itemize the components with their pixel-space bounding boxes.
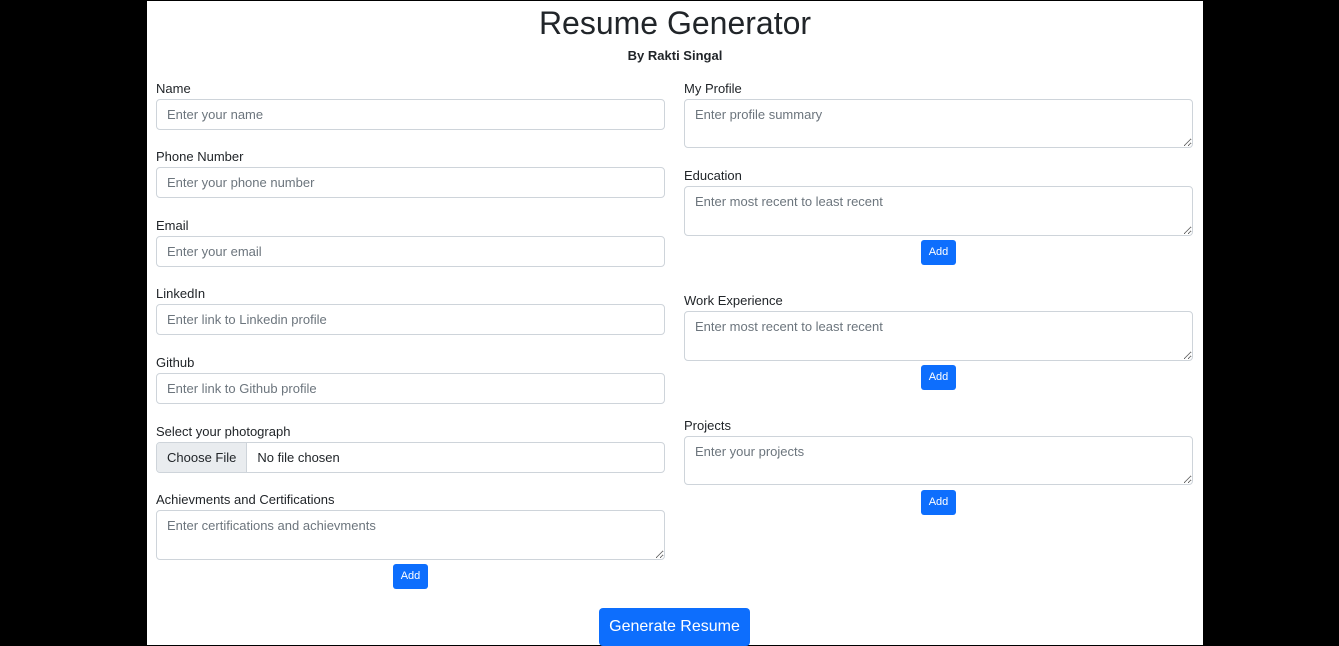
achievements-label: Achievments and Certifications	[156, 492, 335, 507]
add-education-button[interactable]: Add	[921, 240, 956, 265]
github-input[interactable]	[156, 373, 665, 404]
education-label: Education	[684, 168, 742, 183]
achievements-textarea[interactable]	[156, 510, 665, 560]
photo-file-input[interactable]: Choose File No file chosen	[156, 442, 665, 473]
phone-label: Phone Number	[156, 149, 244, 164]
resume-form-page: Resume Generator By Rakti Singal Name Ph…	[147, 1, 1203, 646]
linkedin-label: LinkedIn	[156, 286, 206, 301]
phone-field-group: Phone Number	[156, 149, 665, 198]
education-textarea[interactable]	[684, 186, 1193, 236]
email-field-group: Email	[156, 218, 665, 267]
add-project-button[interactable]: Add	[921, 490, 956, 515]
phone-input[interactable]	[156, 167, 665, 198]
work-field-group: Work Experience	[684, 293, 1193, 366]
email-label: Email	[156, 218, 189, 233]
linkedin-input[interactable]	[156, 304, 665, 335]
projects-textarea[interactable]	[684, 436, 1193, 485]
photo-label: Select your photograph	[156, 424, 291, 439]
work-label: Work Experience	[684, 293, 783, 308]
name-field-group: Name	[156, 81, 665, 130]
education-field-group: Education	[684, 168, 1193, 241]
linkedin-field-group: LinkedIn	[156, 286, 665, 335]
name-input[interactable]	[156, 99, 665, 130]
file-status-text: No file chosen	[257, 450, 340, 465]
achievements-field-group: Achievments and Certifications	[156, 492, 665, 565]
page-title: Resume Generator	[538, 5, 812, 41]
github-field-group: Github	[156, 355, 665, 404]
profile-textarea[interactable]	[684, 99, 1193, 148]
generate-resume-button[interactable]: Generate Resume	[599, 608, 750, 646]
projects-field-group: Projects	[684, 418, 1193, 490]
add-achievement-button[interactable]: Add	[393, 564, 428, 589]
add-work-button[interactable]: Add	[921, 365, 956, 390]
page-subtitle: By Rakti Singal	[627, 48, 723, 63]
name-label: Name	[156, 81, 191, 96]
projects-label: Projects	[684, 418, 731, 433]
github-label: Github	[156, 355, 195, 370]
profile-field-group: My Profile	[684, 81, 1193, 153]
profile-label: My Profile	[684, 81, 742, 96]
work-textarea[interactable]	[684, 311, 1193, 361]
email-input[interactable]	[156, 236, 665, 267]
choose-file-button[interactable]: Choose File	[157, 443, 248, 472]
photo-field-group: Select your photograph Choose File No fi…	[156, 424, 665, 473]
